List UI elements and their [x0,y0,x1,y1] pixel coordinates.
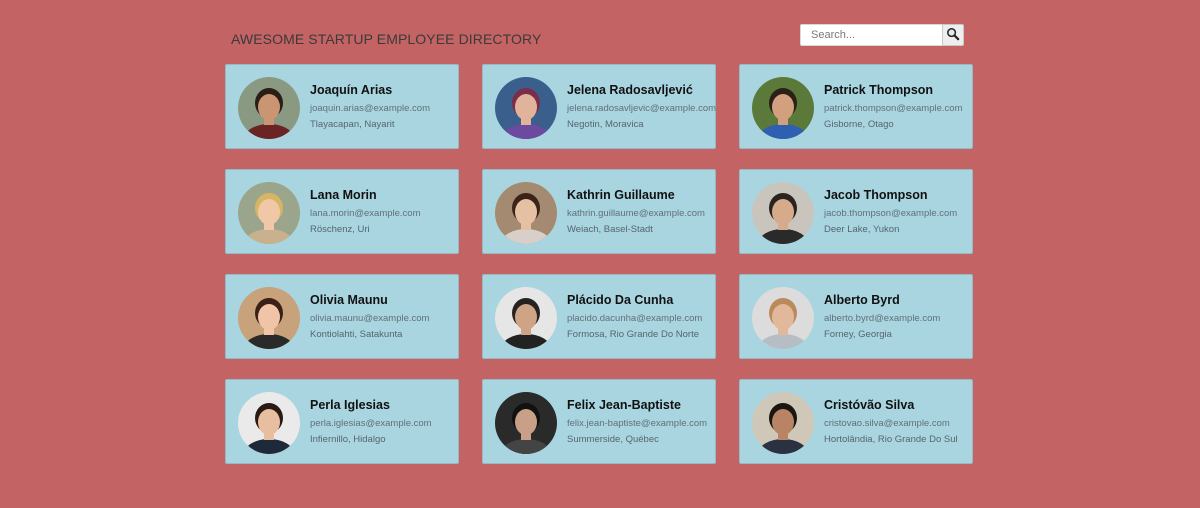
employee-card[interactable]: Jacob Thompson jacob.thompson@example.co… [739,169,973,254]
employee-info: Jacob Thompson jacob.thompson@example.co… [824,188,974,235]
employee-avatar [238,392,300,454]
employee-avatar [752,77,814,139]
employee-name: Perla Iglesias [310,398,390,412]
employee-location: Formosa, Rio Grande Do Norte [567,329,699,340]
employee-info: Cristóvão Silva cristovao.silva@example.… [824,398,974,445]
employee-avatar [238,77,300,139]
employee-name: Kathrin Guillaume [567,188,675,202]
employee-location: Gisborne, Otago [824,119,894,130]
employee-location: Tlayacapan, Nayarit [310,119,395,130]
employee-name: Joaquín Arias [310,83,393,97]
employee-info: Joaquín Arias joaquin.arias@example.com … [310,83,460,130]
employee-card[interactable]: Lana Morin lana.morin@example.com Rösche… [225,169,459,254]
employee-info: Felix Jean-Baptiste felix.jean-baptiste@… [567,398,717,445]
employee-card[interactable]: Perla Iglesias perla.iglesias@example.co… [225,379,459,464]
employee-card[interactable]: Joaquín Arias joaquin.arias@example.com … [225,64,459,149]
employee-avatar [752,182,814,244]
employee-card[interactable]: Felix Jean-Baptiste felix.jean-baptiste@… [482,379,716,464]
employee-location: Hortolândia, Rio Grande Do Sul [824,434,958,445]
employee-email: joaquin.arias@example.com [310,103,431,114]
employee-avatar [238,287,300,349]
page-header: AWESOME STARTUP EMPLOYEE DIRECTORY [231,24,967,53]
employee-location: Röschenz, Uri [310,224,370,235]
employee-name: Alberto Byrd [824,293,900,307]
employee-email: jelena.radosavljevic@example.com [567,103,717,114]
employee-email: perla.iglesias@example.com [310,418,432,429]
employee-location: Deer Lake, Yukon [824,224,900,235]
search-input[interactable] [800,24,946,46]
employee-name: Patrick Thompson [824,83,934,97]
employee-email: olivia.maunu@example.com [310,313,430,324]
search-icon [946,27,960,44]
employee-avatar [495,287,557,349]
employee-name: Felix Jean-Baptiste [567,398,681,412]
employee-info: Olivia Maunu olivia.maunu@example.com Ko… [310,293,460,340]
employee-location: Forney, Georgia [824,329,892,340]
employee-info: Patrick Thompson patrick.thompson@exampl… [824,83,974,130]
employee-email: kathrin.guillaume@example.com [567,208,705,219]
employee-email: jacob.thompson@example.com [824,208,958,219]
search-form [800,24,966,46]
employee-info: Plácido Da Cunha placido.dacunha@example… [567,293,717,340]
employee-info: Perla Iglesias perla.iglesias@example.co… [310,398,460,445]
employee-card[interactable]: Jelena Radosavljević jelena.radosavljevi… [482,64,716,149]
employee-card[interactable]: Plácido Da Cunha placido.dacunha@example… [482,274,716,359]
employee-info: Kathrin Guillaume kathrin.guillaume@exam… [567,188,717,235]
employee-name: Jacob Thompson [824,188,928,202]
employee-card[interactable]: Patrick Thompson patrick.thompson@exampl… [739,64,973,149]
employee-avatar [495,392,557,454]
employee-avatar [495,182,557,244]
employee-card[interactable]: Cristóvão Silva cristovao.silva@example.… [739,379,973,464]
employee-location: Summerside, Québec [567,434,659,445]
employee-card[interactable]: Olivia Maunu olivia.maunu@example.com Ko… [225,274,459,359]
employee-location: Negotin, Moravica [567,119,644,130]
employee-info: Jelena Radosavljević jelena.radosavljevi… [567,83,717,130]
employee-card[interactable]: Kathrin Guillaume kathrin.guillaume@exam… [482,169,716,254]
search-button[interactable] [942,24,964,46]
employee-info: Alberto Byrd alberto.byrd@example.com Fo… [824,293,974,340]
employee-name: Cristóvão Silva [824,398,915,412]
employee-info: Lana Morin lana.morin@example.com Rösche… [310,188,460,235]
employee-email: patrick.thompson@example.com [824,103,963,114]
employee-avatar [238,182,300,244]
employee-grid: Joaquín Arias joaquin.arias@example.com … [225,64,973,464]
employee-email: felix.jean-baptiste@example.com [567,418,708,429]
page-title: AWESOME STARTUP EMPLOYEE DIRECTORY [231,31,542,47]
employee-avatar [752,392,814,454]
employee-email: placido.dacunha@example.com [567,313,703,324]
employee-email: cristovao.silva@example.com [824,418,950,429]
employee-email: lana.morin@example.com [310,208,421,219]
employee-card[interactable]: Alberto Byrd alberto.byrd@example.com Fo… [739,274,973,359]
employee-location: Kontiolahti, Satakunta [310,329,403,340]
employee-location: Weiach, Basel-Stadt [567,224,653,235]
employee-location: Infiernillo, Hidalgo [310,434,386,445]
employee-name: Lana Morin [310,188,377,202]
employee-name: Olivia Maunu [310,293,388,307]
employee-avatar [495,77,557,139]
employee-name: Plácido Da Cunha [567,293,674,307]
employee-name: Jelena Radosavljević [567,83,693,97]
employee-email: alberto.byrd@example.com [824,313,941,324]
employee-avatar [752,287,814,349]
